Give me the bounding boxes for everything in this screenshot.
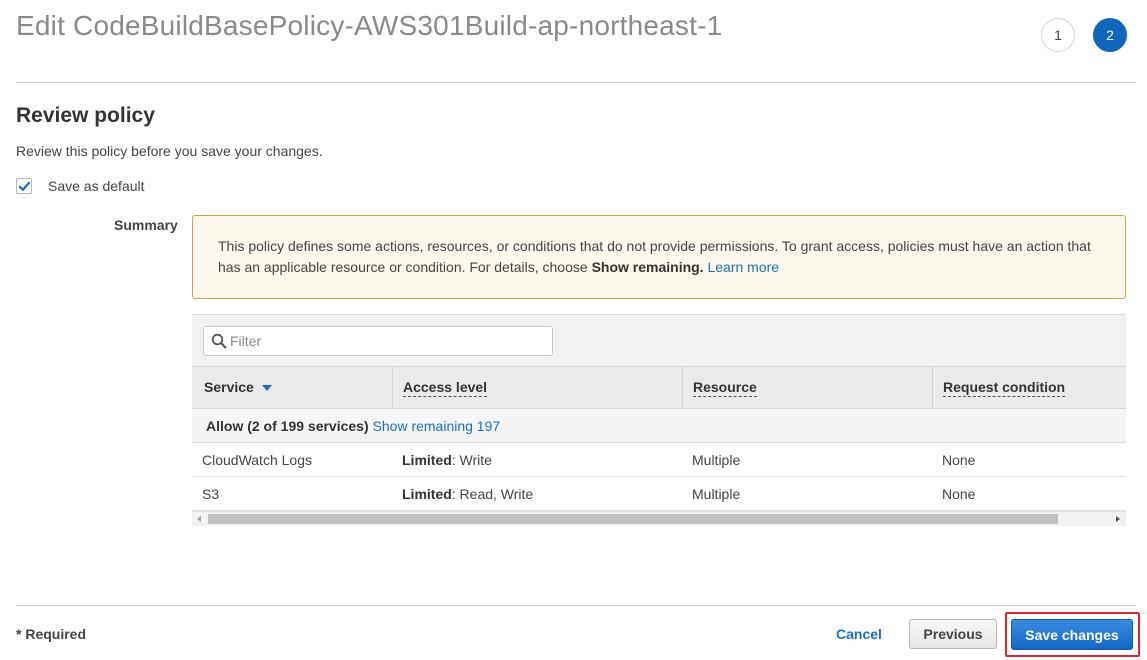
allow-group-label: Allow (2 of 199 services) xyxy=(206,418,369,434)
step-indicator-2-active[interactable]: 2 xyxy=(1093,18,1127,52)
condition-cell: None xyxy=(942,452,976,468)
show-remaining-link[interactable]: Show remaining 197 xyxy=(373,418,501,434)
checkmark-icon xyxy=(18,181,31,191)
footer-divider xyxy=(16,605,1136,606)
column-label-service: Service xyxy=(204,379,254,395)
learn-more-link[interactable]: Learn more xyxy=(707,259,779,275)
column-label-request-condition: Request condition xyxy=(943,379,1066,397)
table-header: Service Access level Resource Request co… xyxy=(192,366,1126,409)
page-title: Edit CodeBuildBasePolicy-AWS301Build-ap-… xyxy=(16,10,723,41)
access-level-cell: Limited: Write xyxy=(402,452,492,468)
access-level-cell: Limited: Read, Write xyxy=(402,486,533,502)
scroll-left-arrow-icon[interactable] xyxy=(197,516,201,522)
allow-group-row: Allow (2 of 199 services) Show remaining… xyxy=(192,409,1126,443)
search-icon xyxy=(211,333,227,349)
resource-cell: Multiple xyxy=(692,486,741,502)
notice-bold-text: Show remaining. xyxy=(591,259,704,275)
scrollbar-thumb[interactable] xyxy=(208,514,1058,524)
save-changes-button[interactable]: Save changes xyxy=(1011,619,1133,650)
service-link[interactable]: CloudWatch Logs xyxy=(202,452,312,468)
condition-cell: None xyxy=(942,486,976,502)
column-label-access-level: Access level xyxy=(403,379,488,397)
previous-button[interactable]: Previous xyxy=(909,619,997,649)
access-level-detail: : Write xyxy=(451,452,492,468)
access-level-detail: : Read, Write xyxy=(451,486,534,502)
table-row: S3 Limited: Read, Write Multiple None xyxy=(192,477,1126,511)
table-row: CloudWatch Logs Limited: Write Multiple … xyxy=(192,443,1126,477)
service-link[interactable]: S3 xyxy=(202,486,219,502)
access-level-bold: Limited xyxy=(402,452,452,468)
column-header-request-condition[interactable]: Request condition xyxy=(932,367,1126,408)
header-divider xyxy=(16,82,1136,83)
access-level-bold: Limited xyxy=(402,486,452,502)
column-header-resource[interactable]: Resource xyxy=(682,367,932,408)
sort-descending-icon[interactable] xyxy=(261,385,272,392)
column-label-resource: Resource xyxy=(693,379,757,397)
column-header-access-level[interactable]: Access level xyxy=(392,367,682,408)
policy-warning-notice: This policy defines some actions, resour… xyxy=(192,215,1126,299)
policy-summary-table: Service Access level Resource Request co… xyxy=(192,314,1126,528)
save-as-default-label[interactable]: Save as default xyxy=(48,178,145,194)
filter-input[interactable] xyxy=(230,331,540,351)
save-as-default-checkbox[interactable] xyxy=(16,178,32,194)
filter-field[interactable] xyxy=(203,326,553,356)
scroll-right-arrow-icon[interactable] xyxy=(1116,516,1120,522)
filter-bar xyxy=(192,314,1126,366)
cancel-button[interactable]: Cancel xyxy=(826,619,892,649)
step-indicator-1[interactable]: 1 xyxy=(1041,18,1075,52)
required-note: * Required xyxy=(16,626,87,642)
column-header-service[interactable]: Service xyxy=(192,367,392,408)
section-title: Review policy xyxy=(16,104,155,127)
section-description: Review this policy before you save your … xyxy=(16,143,323,159)
summary-label: Summary xyxy=(114,217,178,233)
resource-cell: Multiple xyxy=(692,452,741,468)
horizontal-scrollbar[interactable] xyxy=(192,511,1126,526)
